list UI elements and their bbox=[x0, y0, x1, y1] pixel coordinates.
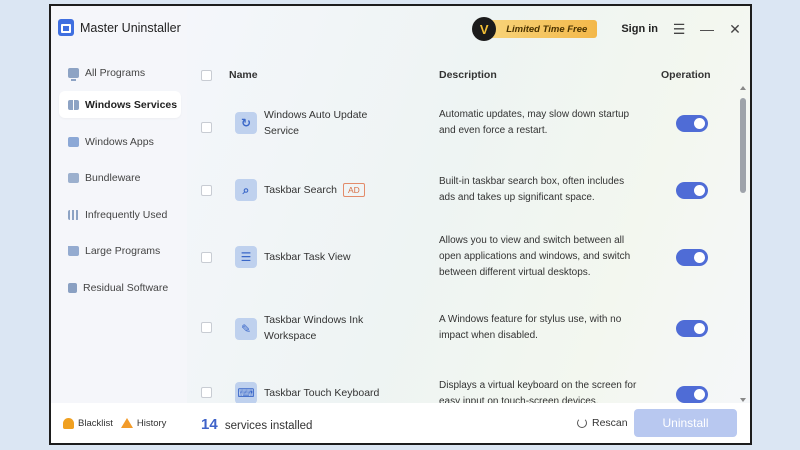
service-description: Built-in taskbar search box, often inclu… bbox=[439, 176, 625, 203]
sidebar-item-label: Windows Apps bbox=[85, 135, 154, 148]
promo-label: Limited Time Free bbox=[484, 20, 598, 38]
rescan-icon bbox=[577, 418, 587, 428]
windows-icon bbox=[68, 99, 79, 110]
sidebar-item-label: Windows Services bbox=[85, 98, 178, 111]
service-toggle[interactable] bbox=[676, 386, 708, 403]
service-toggle[interactable] bbox=[676, 249, 708, 266]
service-name: Windows Auto Update Service bbox=[264, 107, 394, 139]
app-logo-icon bbox=[58, 19, 74, 36]
rescan-label: Rescan bbox=[592, 417, 628, 429]
service-toggle[interactable] bbox=[676, 320, 708, 337]
pen-icon: ✎ bbox=[235, 318, 257, 340]
service-description: Automatic updates, may slow down startup… bbox=[439, 109, 630, 136]
blacklist-label: Blacklist bbox=[78, 417, 113, 429]
monitor-icon bbox=[68, 67, 79, 81]
sign-in-link[interactable]: Sign in bbox=[621, 23, 658, 35]
sidebar-item-label: Large Programs bbox=[85, 244, 161, 257]
top-bar: V Limited Time Free Sign in ☰ — ✕ bbox=[472, 16, 750, 42]
v-badge-icon: V bbox=[472, 17, 497, 41]
service-description: Displays a virtual keyboard on the scree… bbox=[439, 380, 637, 403]
table-header: Name Description Operation bbox=[187, 66, 742, 86]
sidebar-item-windows-services[interactable]: Windows Services bbox=[59, 91, 181, 118]
keyboard-icon: ⌨ bbox=[235, 382, 257, 403]
row-checkbox[interactable] bbox=[201, 322, 212, 333]
services-count: 14 services installed bbox=[201, 416, 312, 433]
menu-icon[interactable]: ☰ bbox=[672, 21, 686, 38]
service-toggle[interactable] bbox=[676, 182, 708, 199]
sidebar-item-label: Bundleware bbox=[85, 171, 141, 184]
select-all-checkbox[interactable] bbox=[201, 70, 212, 81]
rescan-button[interactable]: Rescan bbox=[577, 417, 628, 429]
folder-icon bbox=[68, 245, 79, 256]
task-view-icon: ☰ bbox=[235, 246, 257, 268]
sidebar-footer: Blacklist History bbox=[51, 403, 187, 443]
bottom-bar: 14 services installed Rescan Uninstall bbox=[187, 403, 750, 443]
service-description: A Windows feature for stylus use, with n… bbox=[439, 314, 622, 341]
count-label: services installed bbox=[224, 420, 313, 432]
sidebar-item-residual-software[interactable]: Residual Software bbox=[59, 274, 181, 301]
service-name: Taskbar Task View bbox=[264, 249, 394, 265]
close-icon[interactable]: ✕ bbox=[728, 21, 742, 38]
table-row: ↻ Windows Auto Update Service Automatic … bbox=[187, 98, 742, 158]
sidebar-item-all-programs[interactable]: All Programs bbox=[59, 59, 181, 86]
blacklist-link[interactable]: Blacklist bbox=[63, 417, 113, 429]
sidebar-item-infrequently-used[interactable]: Infrequently Used bbox=[59, 201, 181, 228]
box-icon bbox=[68, 172, 79, 183]
app-title: Master Uninstaller bbox=[80, 20, 181, 35]
promo-banner[interactable]: V Limited Time Free bbox=[472, 17, 598, 41]
service-name-text: Taskbar Search bbox=[264, 184, 337, 196]
main-panel: V Limited Time Free Sign in ☰ — ✕ Name D… bbox=[187, 6, 750, 403]
column-name: Name bbox=[229, 69, 258, 81]
table-row: ☰ Taskbar Task View Allows you to view a… bbox=[187, 228, 742, 288]
service-name-text: Taskbar Touch Keyboard bbox=[264, 387, 380, 399]
sidebar-item-windows-apps[interactable]: Windows Apps bbox=[59, 128, 181, 155]
sidebar-item-label: All Programs bbox=[85, 66, 146, 79]
minimize-icon[interactable]: — bbox=[700, 21, 714, 37]
row-checkbox[interactable] bbox=[201, 185, 212, 196]
service-name-text: Windows Auto Update Service bbox=[264, 109, 368, 137]
service-name: Taskbar Search AD bbox=[264, 182, 394, 198]
row-checkbox[interactable] bbox=[201, 122, 212, 133]
scroll-thumb[interactable] bbox=[740, 98, 746, 193]
table-row: ⌕ Taskbar Search AD Built-in taskbar sear… bbox=[187, 161, 742, 221]
warning-icon bbox=[120, 418, 133, 428]
count-number: 14 bbox=[201, 416, 218, 433]
ghost-icon bbox=[63, 417, 74, 429]
history-link[interactable]: History bbox=[120, 417, 167, 429]
sidebar-item-large-programs[interactable]: Large Programs bbox=[59, 237, 181, 264]
app-brand: Master Uninstaller bbox=[58, 19, 181, 36]
service-toggle[interactable] bbox=[676, 115, 708, 132]
service-name-text: Taskbar Task View bbox=[264, 251, 351, 263]
column-operation: Operation bbox=[661, 69, 711, 81]
table-row: ⌨ Taskbar Touch Keyboard Displays a virt… bbox=[187, 363, 742, 403]
scroll-down-icon[interactable] bbox=[740, 398, 746, 402]
sidebar-item-label: Infrequently Used bbox=[85, 208, 168, 221]
search-icon: ⌕ bbox=[235, 179, 257, 201]
uninstall-button[interactable]: Uninstall bbox=[634, 409, 737, 437]
ad-badge: AD bbox=[342, 183, 365, 197]
scroll-up-icon[interactable] bbox=[740, 86, 746, 90]
row-checkbox[interactable] bbox=[201, 387, 212, 398]
service-description: Allows you to view and switch between al… bbox=[439, 235, 631, 278]
service-name-text: Taskbar Windows Ink Workspace bbox=[264, 314, 364, 342]
sidebar-item-bundleware[interactable]: Bundleware bbox=[59, 164, 181, 191]
row-checkbox[interactable] bbox=[201, 252, 212, 263]
refresh-icon: ↻ bbox=[235, 112, 257, 134]
sidebar-item-label: Residual Software bbox=[83, 281, 169, 294]
history-label: History bbox=[136, 417, 167, 429]
service-name: Taskbar Windows Ink Workspace bbox=[264, 312, 394, 344]
apps-icon bbox=[68, 136, 79, 147]
sidebar: Master Uninstaller All Programs Windows … bbox=[51, 6, 187, 403]
app-window: Master Uninstaller All Programs Windows … bbox=[49, 4, 752, 445]
service-name: Taskbar Touch Keyboard bbox=[264, 385, 394, 401]
column-description: Description bbox=[439, 69, 497, 81]
bars-icon bbox=[68, 209, 79, 220]
vertical-scrollbar[interactable] bbox=[739, 86, 747, 402]
trash-icon bbox=[68, 282, 77, 293]
table-row: ✎ Taskbar Windows Ink Workspace A Window… bbox=[187, 298, 742, 358]
